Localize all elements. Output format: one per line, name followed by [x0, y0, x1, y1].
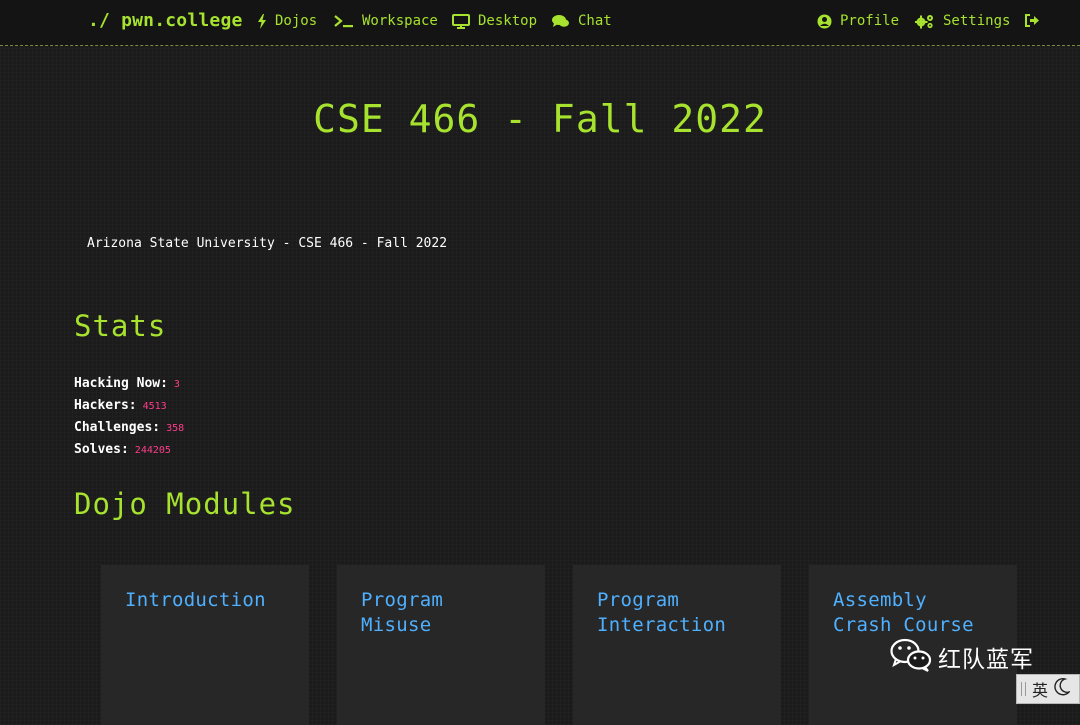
desktop-icon [452, 13, 470, 29]
nav-profile-label: Profile [840, 13, 900, 29]
stat-value: 4513 [142, 401, 167, 412]
nav-desktop-label: Desktop [478, 13, 538, 29]
stat-hacking-now: Hacking Now: 3 [74, 373, 184, 395]
stat-label: Solves: [74, 442, 129, 457]
module-title-line: Crash Course [833, 614, 974, 636]
module-card-introduction[interactable]: Introduction [101, 565, 309, 725]
moon-icon[interactable] [1054, 678, 1072, 700]
ime-language-toggle[interactable]: 英 [1032, 677, 1048, 701]
watermark-text: 红队蓝军 [938, 647, 1034, 673]
stat-value: 244205 [134, 445, 171, 456]
nav-chat[interactable]: Chat [552, 13, 612, 29]
stat-label: Challenges: [74, 420, 161, 435]
watermark: 红队蓝军 [890, 638, 1034, 676]
nav-dojos-label: Dojos [275, 13, 318, 29]
nav-workspace-label: Workspace [362, 13, 438, 29]
nav-settings[interactable]: Settings [915, 13, 1010, 29]
nav-chat-label: Chat [578, 13, 612, 29]
dojo-description: Arizona State University - CSE 466 - Fal… [87, 236, 448, 251]
module-title: Assembly Crash Course [833, 588, 993, 638]
nav-workspace[interactable]: Workspace [334, 13, 438, 29]
ime-grip-handle[interactable] [1021, 682, 1026, 696]
cogs-icon [915, 14, 935, 29]
modules-heading: Dojo Modules [74, 487, 296, 521]
nav-dojos[interactable]: Dojos [257, 13, 317, 29]
module-title: Program Interaction [597, 588, 757, 638]
module-title-line: Interaction [597, 614, 727, 636]
module-title-line: Program [361, 589, 444, 611]
module-title: Introduction [125, 588, 285, 613]
sign-out-icon [1024, 13, 1040, 28]
stat-value: 358 [166, 423, 185, 434]
top-navbar: ./ pwn.college Dojos Workspace Desktop C… [0, 0, 1080, 46]
stat-solves: Solves: 244205 [74, 439, 184, 461]
wechat-icon [890, 638, 932, 676]
bolt-icon [257, 13, 267, 29]
nav-logout[interactable] [1024, 13, 1040, 28]
module-title-line: Introduction [125, 589, 266, 611]
module-title-line: Assembly [833, 589, 927, 611]
stats-heading: Stats [74, 309, 167, 343]
user-circle-icon [817, 14, 832, 29]
stat-label: Hackers: [74, 398, 137, 413]
terminal-icon [334, 14, 354, 28]
nav-profile[interactable]: Profile [817, 13, 899, 29]
stats-list: Hacking Now: 3 Hackers: 4513 Challenges: 35… [74, 373, 184, 461]
module-title: Program Misuse [361, 588, 521, 638]
module-title-line: Program [597, 589, 680, 611]
stat-hackers: Hackers: 4513 [74, 395, 184, 417]
comments-icon [552, 14, 570, 29]
stat-challenges: Challenges: 358 [74, 417, 184, 439]
stat-label: Hacking Now: [74, 376, 168, 391]
brand-logo-link[interactable]: ./ pwn.college [88, 10, 243, 31]
module-card-program-interaction[interactable]: Program Interaction [573, 565, 781, 725]
nav-desktop[interactable]: Desktop [452, 13, 537, 29]
stat-value: 3 [173, 379, 180, 390]
ime-indicator[interactable]: 英 [1016, 674, 1080, 704]
page-title: CSE 466 - Fall 2022 [313, 97, 767, 141]
module-card-program-misuse[interactable]: Program Misuse [337, 565, 545, 725]
nav-settings-label: Settings [943, 13, 1011, 29]
module-title-line: Misuse [361, 614, 432, 636]
